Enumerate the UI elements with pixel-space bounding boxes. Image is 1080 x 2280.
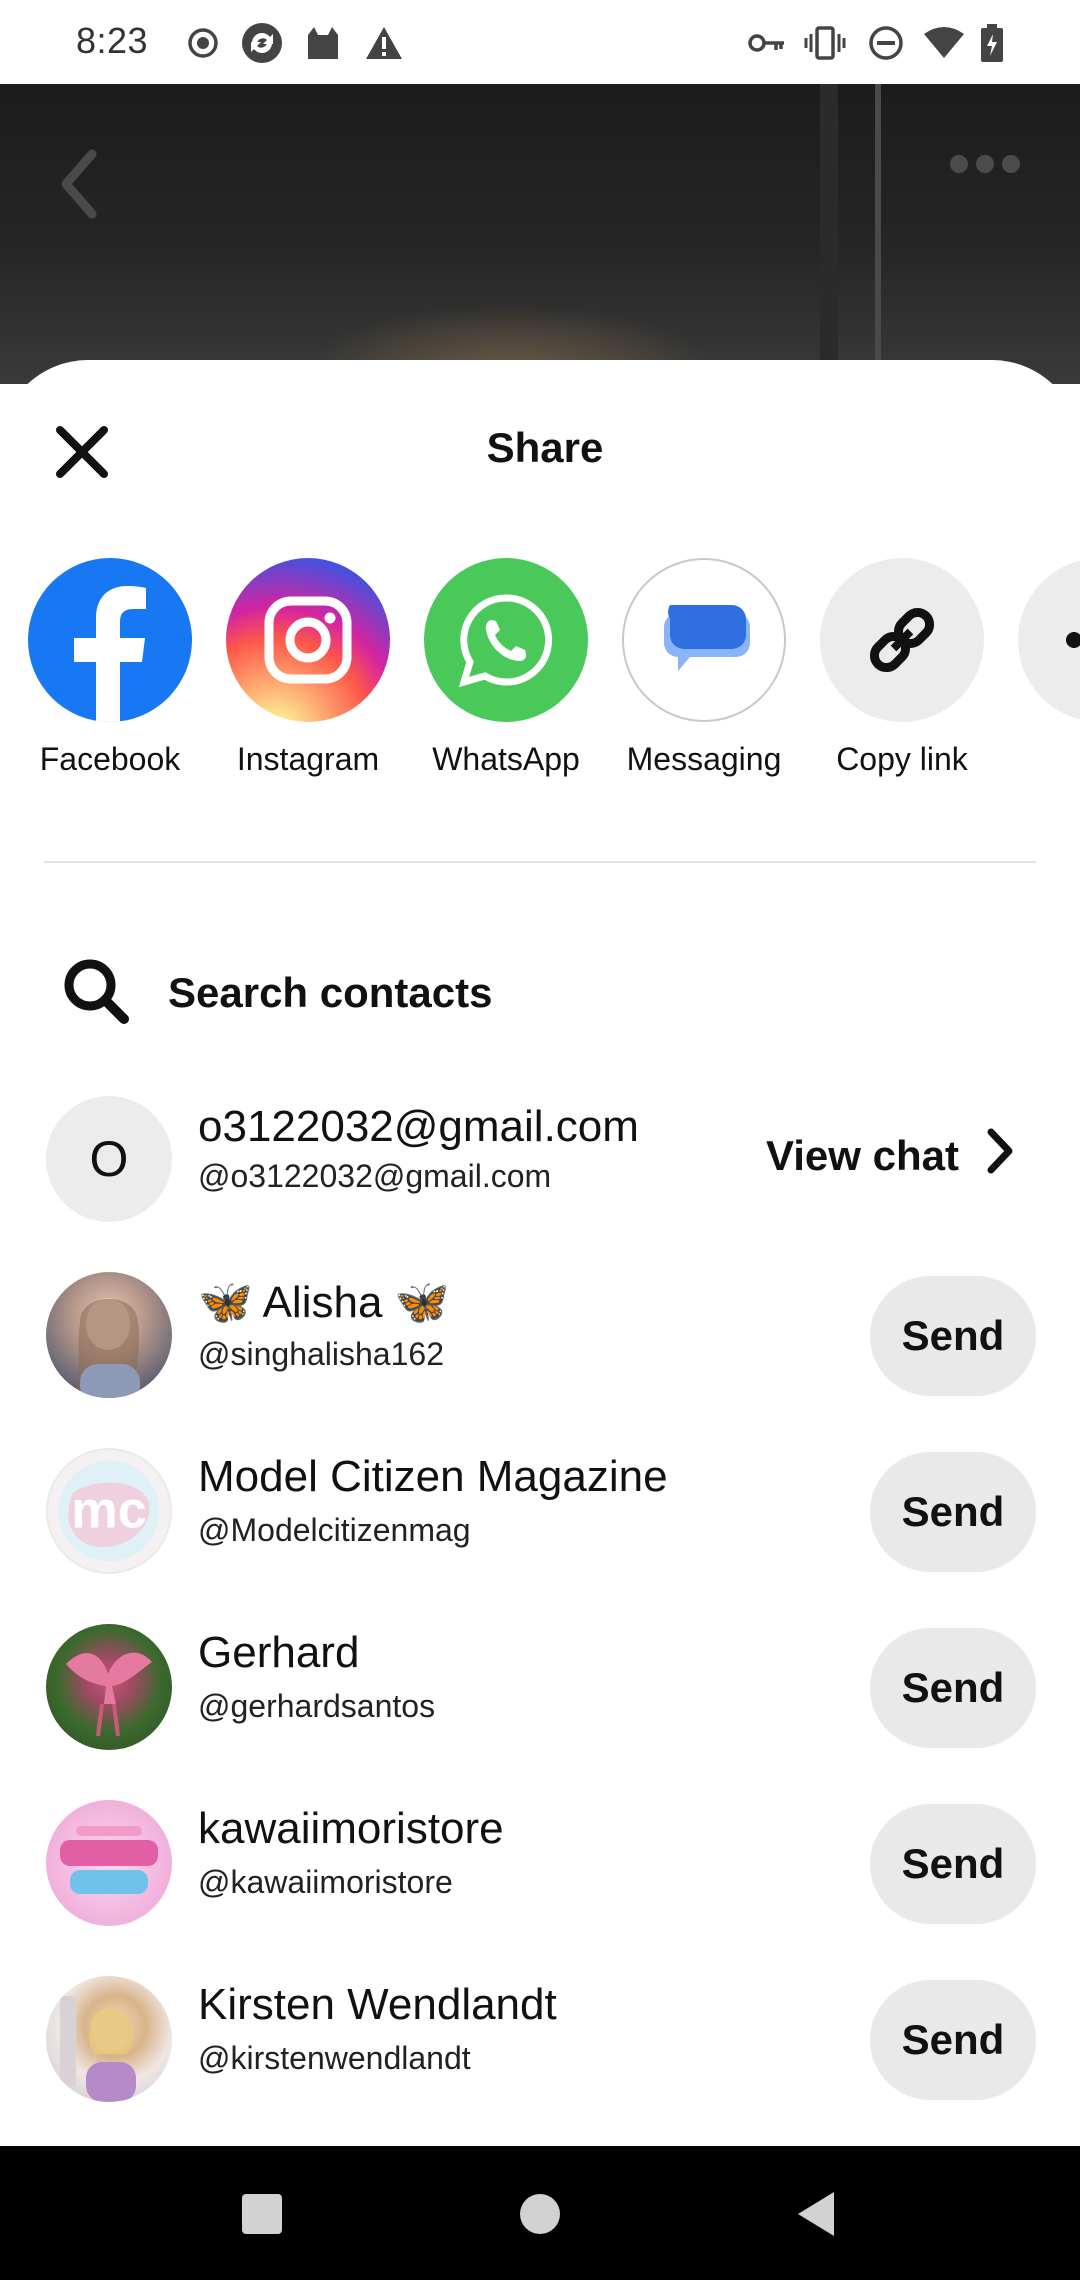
view-chat-label: View chat <box>766 1132 959 1179</box>
back-icon[interactable] <box>794 2184 836 2244</box>
avatar <box>46 1272 172 1398</box>
share-whatsapp[interactable]: WhatsApp <box>406 558 606 778</box>
status-time: 8:23 <box>76 20 149 61</box>
navigation-bar <box>0 2146 1080 2280</box>
avatar <box>46 1800 172 1926</box>
battery-charging-icon <box>980 24 1004 62</box>
contact-row[interactable]: O o3122032@gmail.com @o3122032@gmail.com… <box>0 1086 1080 1226</box>
instagram-icon <box>226 558 390 722</box>
backdrop-detail <box>875 84 881 384</box>
share-sheet: Share Facebook Instagram WhatsApp Messag… <box>0 360 1080 2146</box>
backdrop-detail <box>820 84 838 384</box>
dnd-icon <box>868 24 904 62</box>
messaging-icon <box>622 558 786 722</box>
search-label: Search contacts <box>168 969 493 1016</box>
share-app-label: M <box>1015 740 1080 778</box>
share-more[interactable]: M <box>1000 558 1080 778</box>
share-app-label: Copy link <box>836 741 968 777</box>
avatar: mc <box>46 1448 172 1574</box>
contact-name: kawaiimoristore <box>198 1804 504 1853</box>
share-instagram[interactable]: Instagram <box>208 558 408 778</box>
record-icon <box>186 24 220 62</box>
send-button[interactable]: Send <box>870 1804 1036 1924</box>
wifi-icon <box>922 24 966 62</box>
share-copy-link[interactable]: Copy link <box>802 558 1002 778</box>
contact-name: 🦋 Alisha 🦋 <box>198 1278 450 1327</box>
contact-name: Gerhard <box>198 1628 360 1677</box>
contact-row[interactable]: Kirsten Wendlandt @kirstenwendlandt Send <box>0 1966 1080 2106</box>
share-messaging[interactable]: Messaging <box>604 558 804 778</box>
status-bar: 8:23 <box>0 0 1080 84</box>
chevron-right-icon <box>959 1128 1015 1184</box>
share-apps-row[interactable]: Facebook Instagram WhatsApp Messaging Co <box>0 558 1080 848</box>
home-icon[interactable] <box>518 2184 562 2244</box>
warning-icon <box>364 24 404 62</box>
contact-handle: @kirstenwendlandt <box>198 2040 471 2076</box>
vibrate-icon <box>804 24 846 62</box>
sync-icon <box>240 23 284 63</box>
more-icon <box>1018 558 1080 722</box>
contact-name: o3122032@gmail.com <box>198 1102 639 1151</box>
contact-row[interactable]: mc Model Citizen Magazine @Modelcitizenm… <box>0 1438 1080 1578</box>
contact-handle: @singhalisha162 <box>198 1336 444 1372</box>
contact-row[interactable]: Gerhard @gerhardsantos Send <box>0 1614 1080 1754</box>
whatsapp-icon <box>424 558 588 722</box>
recents-icon[interactable] <box>240 2184 284 2244</box>
key-icon <box>748 24 786 62</box>
contact-name: Model Citizen Magazine <box>198 1452 668 1501</box>
contact-row[interactable]: kawaiimoristore @kawaiimoristore Send <box>0 1790 1080 1930</box>
link-icon <box>820 558 984 722</box>
divider <box>44 861 1036 863</box>
facebook-icon <box>28 558 192 722</box>
chevron-left-icon[interactable] <box>52 144 108 224</box>
share-app-label: Messaging <box>626 741 782 777</box>
send-button[interactable]: Send <box>870 1276 1036 1396</box>
send-button[interactable]: Send <box>870 1628 1036 1748</box>
contact-name: Kirsten Wendlandt <box>198 1980 557 2029</box>
more-horizontal-icon[interactable] <box>950 144 1022 184</box>
share-app-label: Instagram <box>236 741 380 777</box>
avatar <box>46 1976 172 2102</box>
share-app-label: Facebook <box>39 741 181 777</box>
send-button[interactable]: Send <box>870 1452 1036 1572</box>
search-icon <box>60 955 132 1032</box>
contact-row[interactable]: 🦋 Alisha 🦋 @singhalisha162 Send <box>0 1262 1080 1402</box>
share-facebook[interactable]: Facebook <box>10 558 210 778</box>
cat-icon <box>304 24 342 62</box>
share-app-label: WhatsApp <box>432 741 580 777</box>
avatar: O <box>46 1096 172 1222</box>
send-button[interactable]: Send <box>870 1980 1036 2100</box>
contact-handle: @gerhardsantos <box>198 1688 436 1724</box>
avatar <box>46 1624 172 1750</box>
dimmed-backdrop[interactable] <box>0 84 1080 384</box>
sheet-title: Share <box>486 424 604 471</box>
contact-handle: @Modelcitizenmag <box>198 1512 471 1548</box>
contact-handle: @o3122032@gmail.com <box>198 1158 552 1194</box>
view-chat-button[interactable]: View chat <box>766 1126 1015 1186</box>
contact-handle: @kawaiimoristore <box>198 1864 453 1900</box>
search-contacts[interactable]: Search contacts <box>60 948 492 1038</box>
svg-text:mc: mc <box>71 1481 147 1539</box>
